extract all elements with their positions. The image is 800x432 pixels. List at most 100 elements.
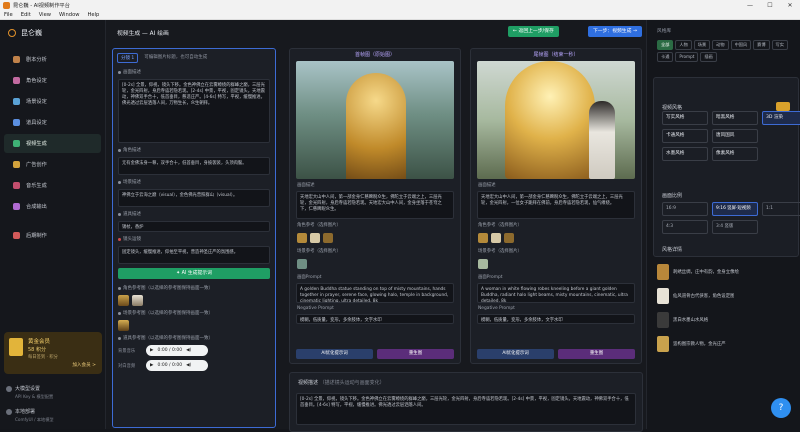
card-neg-textarea[interactable]: 模糊，低质量，变形，多余肢体，文字水印 <box>296 314 454 324</box>
ref-thumb[interactable] <box>478 259 488 269</box>
style-option[interactable]: 3D 渲染 <box>762 111 800 125</box>
ratio-option[interactable]: 9:16 竖屏·短视频 <box>712 202 758 216</box>
last-frame-image[interactable] <box>477 61 635 179</box>
nav-icon <box>13 203 20 210</box>
menu-edit[interactable]: Edit <box>17 12 35 18</box>
sidebar-item-2[interactable]: 角色设定 <box>4 71 101 90</box>
help-chat-button[interactable]: ? <box>771 398 791 418</box>
ref-thumb[interactable] <box>118 295 129 306</box>
nav-icon <box>13 56 20 63</box>
ref1-label: 角色参考图（以选择的参考图保持画面一致） <box>113 283 275 293</box>
nav-icon <box>13 98 20 105</box>
filter-chip[interactable]: 插画 <box>700 52 717 62</box>
ref-thumb[interactable] <box>297 233 307 243</box>
ref-thumb[interactable] <box>310 233 320 243</box>
ref-thumb[interactable] <box>118 320 129 331</box>
menu-help[interactable]: Help <box>84 12 104 18</box>
style-option[interactable]: 卡通风格 <box>662 129 708 143</box>
vip-card[interactable]: 黄金会员 58 积分 每日签到 · 积分 加入会员 > <box>4 332 102 374</box>
ref-thumb[interactable] <box>504 233 514 243</box>
sidebar-item-7[interactable]: 音乐生成 <box>4 176 101 195</box>
desc-textarea[interactable]: [0-2s] 全景，仰视，镜头下移。金色神佛立在云雾缭绕的群峰之巅，三层光轮，金… <box>118 79 270 143</box>
minimize-button[interactable]: — <box>740 0 760 11</box>
scene-textarea[interactable]: 神佛立于云海之巅（visual），金色佛光普照群山（visual）。 <box>118 189 270 207</box>
first-frame-image[interactable] <box>296 61 454 179</box>
ref-thumb[interactable] <box>478 233 488 243</box>
style-option[interactable]: 像素风格 <box>712 147 758 161</box>
role-textarea[interactable]: 无有金佛法身一尊，双手合十，低首垂目，身披袈裟，头顶肉髻。 <box>118 157 270 175</box>
ref-thumb[interactable] <box>297 259 307 269</box>
regenerate-button[interactable]: 重生图 <box>377 349 454 359</box>
volume-icon[interactable]: ◀) <box>186 363 191 368</box>
tab-shot-1[interactable]: 分镜 1 <box>117 53 139 63</box>
style-list-item[interactable]: 刺绣丝绸，庄中有韵，金身立像绘 <box>657 260 797 284</box>
ai-optimize-button[interactable]: AI优化提示词 <box>477 349 554 359</box>
maximize-button[interactable]: ☐ <box>760 0 780 11</box>
style-option[interactable]: 暗黑风格 <box>712 111 758 125</box>
shot-tabs: 分镜 1 可编辑图片标题，也可自动生成 <box>113 49 275 67</box>
ai-optimize-button[interactable]: AI优化提示词 <box>296 349 373 359</box>
video-desc-textarea[interactable]: [0-2s] 全景，仰视，镜头下移。金色神佛立在云雾缭绕的群峰之巅，三层光轮，金… <box>296 393 636 425</box>
nav-icon <box>13 161 20 168</box>
filter-chip[interactable]: 全部 <box>657 40 674 50</box>
filter-chip[interactable]: 写实 <box>771 40 788 50</box>
style-list-item[interactable]: 仙风道骨古代侠客，角色设定图 <box>657 284 797 308</box>
sidebar-item-1[interactable]: 剧本分析 <box>4 50 101 69</box>
filter-chip[interactable]: 卡通 <box>657 52 674 62</box>
sidebar-item-5[interactable]: 视频生成 <box>4 134 101 153</box>
style-option[interactable]: 写实风格 <box>662 111 708 125</box>
sidebar-item-3[interactable]: 场景设定 <box>4 92 101 111</box>
regenerate-button[interactable]: 重生图 <box>558 349 635 359</box>
play-icon[interactable]: ▶ <box>150 363 153 368</box>
filter-chip[interactable]: 场景 <box>693 40 711 50</box>
ratio-option[interactable]: 16:9 <box>662 202 708 216</box>
audio-player-2[interactable]: ▶ 0:00 / 0:00 ◀) <box>146 360 208 371</box>
next-step-button[interactable]: 下一步：视频生成 → <box>588 26 642 37</box>
brand-logo-icon <box>8 29 16 37</box>
ref-thumb[interactable] <box>323 233 333 243</box>
local-deploy-label: 本地部署 <box>15 409 36 415</box>
sidebar-item-8[interactable]: 合成输出 <box>4 197 101 216</box>
filter-chip[interactable]: 中国风 <box>730 40 752 50</box>
local-deploy-item[interactable]: 本地部署 ComfyUI / 本地模型 <box>6 408 54 423</box>
card-desc-textarea[interactable]: 天地宏大山中人间，第一部金身仁慈睥睨众生，佛陀立于云端之上，三层光轮，金光四射，… <box>477 191 635 219</box>
play-icon[interactable]: ▶ <box>150 348 153 353</box>
menu-view[interactable]: View <box>35 12 55 18</box>
ratio-option[interactable]: 4:3 <box>662 220 708 234</box>
ratio-title: 画面比例 <box>662 193 683 199</box>
card-actions: AI优化提示词 重生图 <box>296 349 454 359</box>
card-prompt-textarea[interactable]: A woman in white flowing robes kneeling … <box>477 283 635 303</box>
sidebar-item-9[interactable]: 后期制作 <box>4 226 101 245</box>
card-desc-textarea[interactable]: 天地宏大山中人间，第一部金身仁慈睥睨众生，佛陀立于云端之上，三层光轮，金光四射，… <box>296 191 454 219</box>
style-list-item[interactable]: 黑白水墨山水风格 <box>657 308 797 332</box>
close-button[interactable]: ✕ <box>780 0 800 11</box>
ai-generate-prompt-button[interactable]: ✦ AI 生成提示词 <box>118 268 270 279</box>
sidebar-item-6[interactable]: 广告创作 <box>4 155 101 174</box>
sidebar-item-4[interactable]: 道具设定 <box>4 113 101 132</box>
prop-input[interactable]: 锡杖，香炉 <box>118 221 270 232</box>
filter-chip[interactable]: 动物 <box>712 40 729 50</box>
vip-join-button[interactable]: 加入会员 > <box>72 362 96 368</box>
style-option[interactable]: 水墨风格 <box>662 147 708 161</box>
menu-file[interactable]: File <box>0 12 17 18</box>
volume-icon[interactable]: ◀) <box>186 348 191 353</box>
filter-chip[interactable]: Prompt <box>675 52 699 62</box>
ratio-option[interactable]: 3:4 竖版 <box>712 220 758 234</box>
ref-thumb[interactable] <box>132 295 143 306</box>
prev-step-button[interactable]: ← 返回上一步/保存 <box>508 26 559 37</box>
ratio-option[interactable]: 1:1 <box>762 202 800 216</box>
audio-player-1[interactable]: ▶ 0:00 / 0:00 ◀) <box>146 345 208 356</box>
filter-chip[interactable]: 人物 <box>675 40 692 50</box>
camera-textarea[interactable]: 固定镜头，缓慢推进，仰拍至平视，营造神圣庄严的氛围感。 <box>118 246 270 264</box>
card-neg-textarea[interactable]: 模糊，低质量，变形，多余肢体，文字水印 <box>477 314 635 324</box>
style-toggle-button[interactable] <box>776 102 790 111</box>
model-settings-item[interactable]: 大模型设置 API Key & 模型配置 <box>6 385 53 400</box>
filter-chip[interactable]: 赛博 <box>753 40 770 50</box>
vip-points: 58 积分 <box>28 347 46 353</box>
style-thumb <box>657 336 669 352</box>
style-list-item[interactable]: 竖构图宗教人物，金光庄严 <box>657 332 797 356</box>
style-option[interactable]: 唐风国风 <box>712 129 758 143</box>
ref-thumb[interactable] <box>491 233 501 243</box>
card-prompt-textarea[interactable]: A golden Buddha statue standing on top o… <box>296 283 454 303</box>
menu-window[interactable]: Window <box>55 12 83 18</box>
